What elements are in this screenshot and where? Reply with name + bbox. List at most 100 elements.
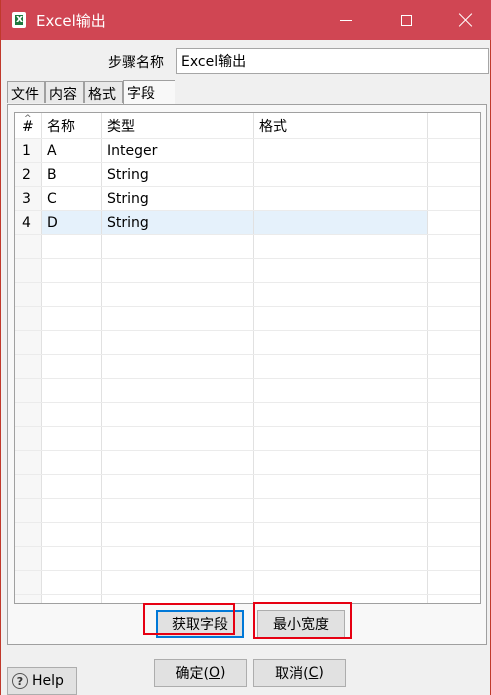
empty-cell — [15, 331, 42, 354]
row-num: 2 — [15, 163, 42, 186]
empty-cell — [15, 403, 42, 426]
cell-filler — [428, 139, 480, 162]
empty-table-row — [15, 499, 480, 523]
header-format[interactable]: 格式 — [254, 113, 428, 138]
cell-name[interactable]: B — [42, 163, 102, 186]
empty-cell — [102, 523, 254, 546]
step-name-input[interactable] — [176, 48, 489, 74]
ok-label: 确定( — [175, 666, 209, 682]
empty-cell — [254, 283, 428, 306]
help-button[interactable]: ? Help — [7, 667, 77, 695]
minimize-button[interactable] — [323, 0, 369, 40]
tab-format[interactable]: 格式 — [84, 81, 123, 103]
empty-table-row — [15, 379, 480, 403]
empty-cell — [428, 427, 480, 450]
cell-type[interactable]: String — [102, 211, 254, 234]
empty-cell — [102, 499, 254, 522]
empty-cell — [15, 571, 42, 594]
empty-cell — [428, 355, 480, 378]
cell-format[interactable] — [254, 211, 428, 234]
cell-filler — [428, 211, 480, 234]
empty-cell — [428, 547, 480, 570]
empty-cell — [254, 403, 428, 426]
empty-table-row — [15, 571, 480, 595]
header-name[interactable]: 名称 — [42, 113, 102, 138]
empty-cell — [102, 475, 254, 498]
empty-cell — [42, 331, 102, 354]
table-header-row: ^ # 名称 类型 格式 — [15, 113, 480, 139]
cell-format[interactable] — [254, 187, 428, 210]
empty-cell — [42, 475, 102, 498]
empty-cell — [102, 427, 254, 450]
empty-cell — [42, 451, 102, 474]
cell-format[interactable] — [254, 139, 428, 162]
cell-type[interactable]: String — [102, 187, 254, 210]
empty-cell — [42, 259, 102, 282]
empty-cell — [42, 355, 102, 378]
empty-cell — [42, 379, 102, 402]
ok-accelerator: O — [208, 665, 221, 681]
empty-cell — [15, 427, 42, 450]
cell-type[interactable]: String — [102, 163, 254, 186]
empty-cell — [428, 499, 480, 522]
help-label: Help — [32, 673, 64, 689]
empty-cell — [428, 235, 480, 258]
cell-name[interactable]: A — [42, 139, 102, 162]
empty-table-row — [15, 595, 480, 603]
empty-table-row — [15, 331, 480, 355]
maximize-button[interactable] — [383, 0, 429, 40]
empty-cell — [428, 523, 480, 546]
empty-cell — [42, 235, 102, 258]
empty-cell — [102, 379, 254, 402]
tab-file[interactable]: 文件 — [7, 81, 45, 103]
empty-cell — [254, 307, 428, 330]
header-type[interactable]: 类型 — [102, 113, 254, 138]
tab-content[interactable]: 内容 — [45, 81, 84, 103]
table-row[interactable]: 3 C String — [15, 187, 480, 211]
fields-table[interactable]: ^ # 名称 类型 格式 1 A Integer 2 B String 3 C … — [14, 112, 481, 604]
cell-type[interactable]: Integer — [102, 139, 254, 162]
cancel-button[interactable]: 取消(C) — [253, 659, 346, 687]
cell-format[interactable] — [254, 163, 428, 186]
empty-cell — [428, 403, 480, 426]
min-width-button[interactable]: 最小宽度 — [257, 610, 345, 638]
cell-name[interactable]: D — [42, 211, 102, 234]
empty-table-row — [15, 259, 480, 283]
empty-cell — [428, 283, 480, 306]
empty-cell — [102, 259, 254, 282]
empty-cell — [254, 355, 428, 378]
empty-cell — [254, 259, 428, 282]
empty-table-row — [15, 403, 480, 427]
empty-cell — [428, 307, 480, 330]
close-button[interactable] — [443, 0, 489, 40]
min-width-label: 最小宽度 — [273, 617, 329, 633]
table-row[interactable]: 2 B String — [15, 163, 480, 187]
header-num[interactable]: ^ # — [15, 113, 42, 138]
table-row[interactable]: 1 A Integer — [15, 139, 480, 163]
get-fields-button[interactable]: 获取字段 — [156, 610, 244, 638]
empty-cell — [42, 523, 102, 546]
excel-icon — [12, 12, 26, 28]
empty-cell — [428, 571, 480, 594]
cell-filler — [428, 187, 480, 210]
empty-table-row — [15, 547, 480, 571]
ok-button[interactable]: 确定(O) — [154, 659, 247, 687]
empty-cell — [15, 547, 42, 570]
empty-cell — [102, 307, 254, 330]
empty-cell — [102, 403, 254, 426]
cell-name[interactable]: C — [42, 187, 102, 210]
get-fields-label: 获取字段 — [172, 617, 228, 633]
empty-cell — [254, 427, 428, 450]
cancel-label: 取消( — [275, 666, 309, 682]
table-row-selected[interactable]: 4 D String — [15, 211, 480, 235]
empty-cell — [102, 331, 254, 354]
empty-table-row — [15, 307, 480, 331]
title-bar: Excel输出 — [1, 0, 491, 40]
header-filler — [428, 113, 480, 138]
empty-cell — [428, 451, 480, 474]
header-num-label: # — [22, 119, 34, 135]
empty-cell — [15, 235, 42, 258]
tab-fields[interactable]: 字段 — [123, 80, 175, 104]
cancel-label-end: ) — [318, 665, 324, 681]
empty-cell — [102, 355, 254, 378]
